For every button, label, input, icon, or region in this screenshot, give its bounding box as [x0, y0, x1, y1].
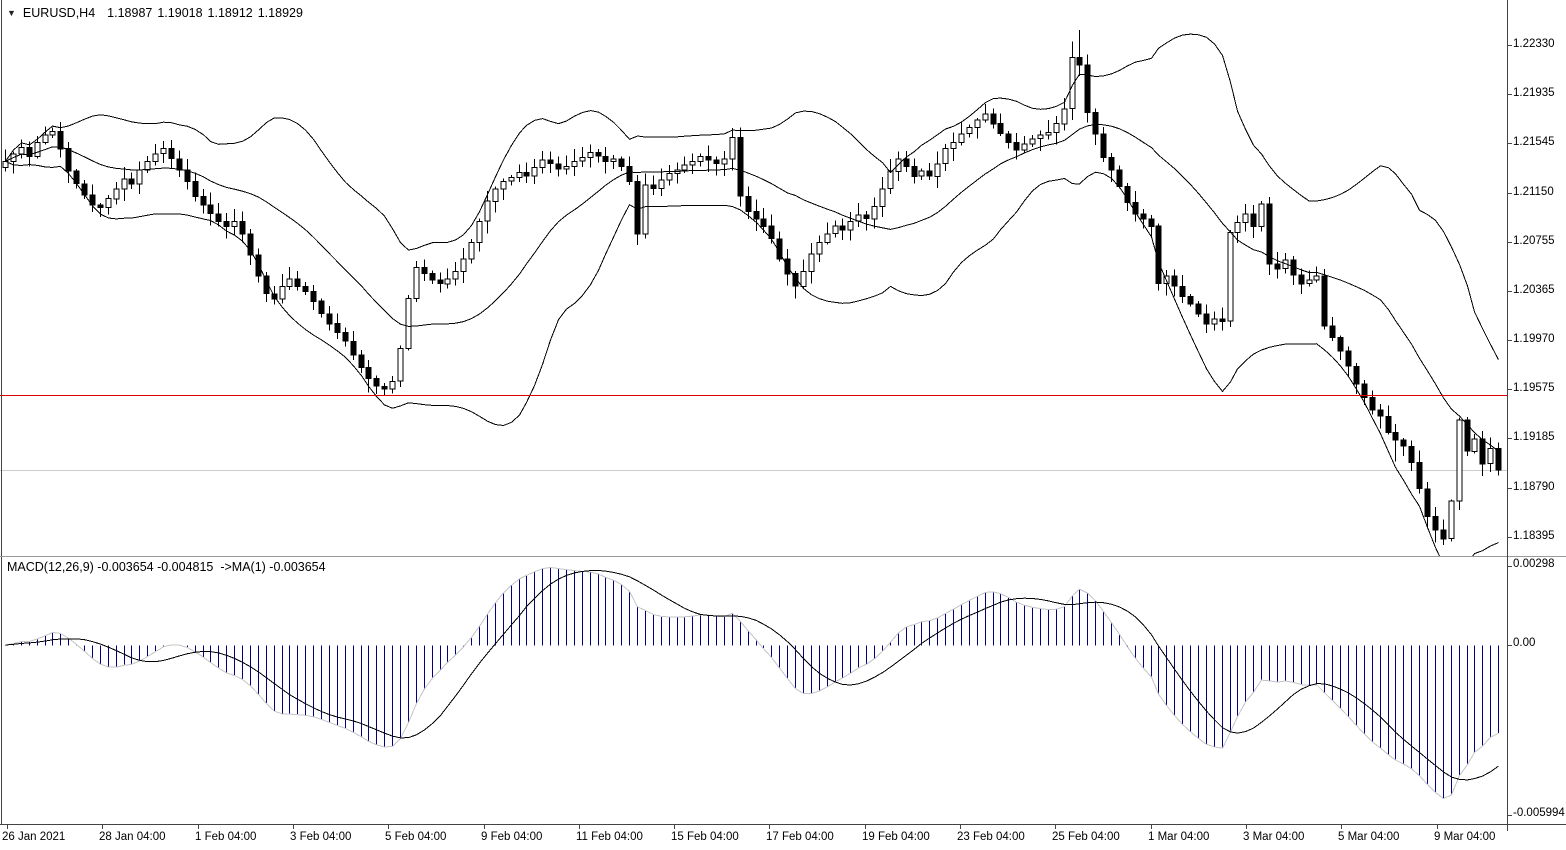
- macd-axis-label: 0.00298: [1513, 558, 1555, 570]
- macd-axis-label: 0.00: [1513, 637, 1535, 649]
- price-axis-label: 1.22330: [1513, 38, 1555, 50]
- price-axis-label: 1.21545: [1513, 136, 1555, 148]
- time-axis[interactable]: 26 Jan 2021 28 Jan 04:00 1 Feb 04:00 3 Feb …: [0, 826, 1566, 850]
- current-price-tag: 1.18929: [1508, 462, 1566, 478]
- price-axis-label: 1.19970: [1513, 333, 1555, 345]
- price-axis-label: 1.21935: [1513, 87, 1555, 99]
- time-axis-label: 11 Feb 04:00: [576, 831, 643, 843]
- quote-high: 1.19018: [157, 6, 202, 20]
- chart-canvas[interactable]: [0, 0, 1566, 850]
- price-axis-label: 1.18790: [1513, 481, 1555, 493]
- quote-open: 1.18987: [107, 6, 152, 20]
- price-axis-label: 1.18395: [1513, 530, 1555, 542]
- price-axis-label: 1.19185: [1513, 431, 1555, 443]
- time-axis-label: 17 Feb 04:00: [766, 831, 834, 843]
- price-axis-label: 1.19575: [1513, 382, 1555, 394]
- time-axis-label: 19 Feb 04:00: [862, 831, 930, 843]
- quote-low: 1.18912: [208, 6, 253, 20]
- time-axis-label: 5 Feb 04:00: [385, 831, 446, 843]
- time-axis-label: 25 Feb 04:00: [1052, 831, 1120, 843]
- macd-indicator-label: MACD(12,26,9) -0.003654 -0.004815 ->MA(1…: [7, 560, 326, 574]
- symbol-period-label: EURUSD,H4: [23, 6, 95, 20]
- time-axis-label: 1 Feb 04:00: [195, 831, 256, 843]
- time-axis-label: 9 Feb 04:00: [481, 831, 542, 843]
- time-axis-label: 5 Mar 04:00: [1338, 831, 1399, 843]
- time-axis-label: 9 Mar 04:00: [1434, 831, 1495, 843]
- time-axis-label: 3 Mar 04:00: [1243, 831, 1304, 843]
- macd-axis-label: -0.005994: [1513, 807, 1565, 819]
- time-axis-label: 1 Mar 04:00: [1148, 831, 1209, 843]
- price-axis-label: 1.20755: [1513, 235, 1555, 247]
- time-axis-label: 28 Jan 04:00: [99, 831, 166, 843]
- time-axis-label: 23 Feb 04:00: [957, 831, 1025, 843]
- time-axis-label: 3 Feb 04:00: [290, 831, 351, 843]
- price-axis[interactable]: 1.19526 1.18929 1.223301.219351.215451.2…: [1507, 0, 1566, 825]
- time-axis-label: 15 Feb 04:00: [671, 831, 739, 843]
- time-axis-label: 26 Jan 2021: [2, 831, 65, 843]
- price-axis-label: 1.20365: [1513, 284, 1555, 296]
- trading-chart-window: ▼ EURUSD,H4 1.18987 1.19018 1.18912 1.18929 M…: [0, 0, 1566, 850]
- symbol-dropdown-icon: ▼: [7, 8, 16, 18]
- quote-close: 1.18929: [258, 6, 303, 20]
- price-axis-label: 1.21150: [1513, 186, 1554, 198]
- symbol-quote-overlay: ▼ EURUSD,H4 1.18987 1.19018 1.18912 1.18929: [7, 6, 308, 20]
